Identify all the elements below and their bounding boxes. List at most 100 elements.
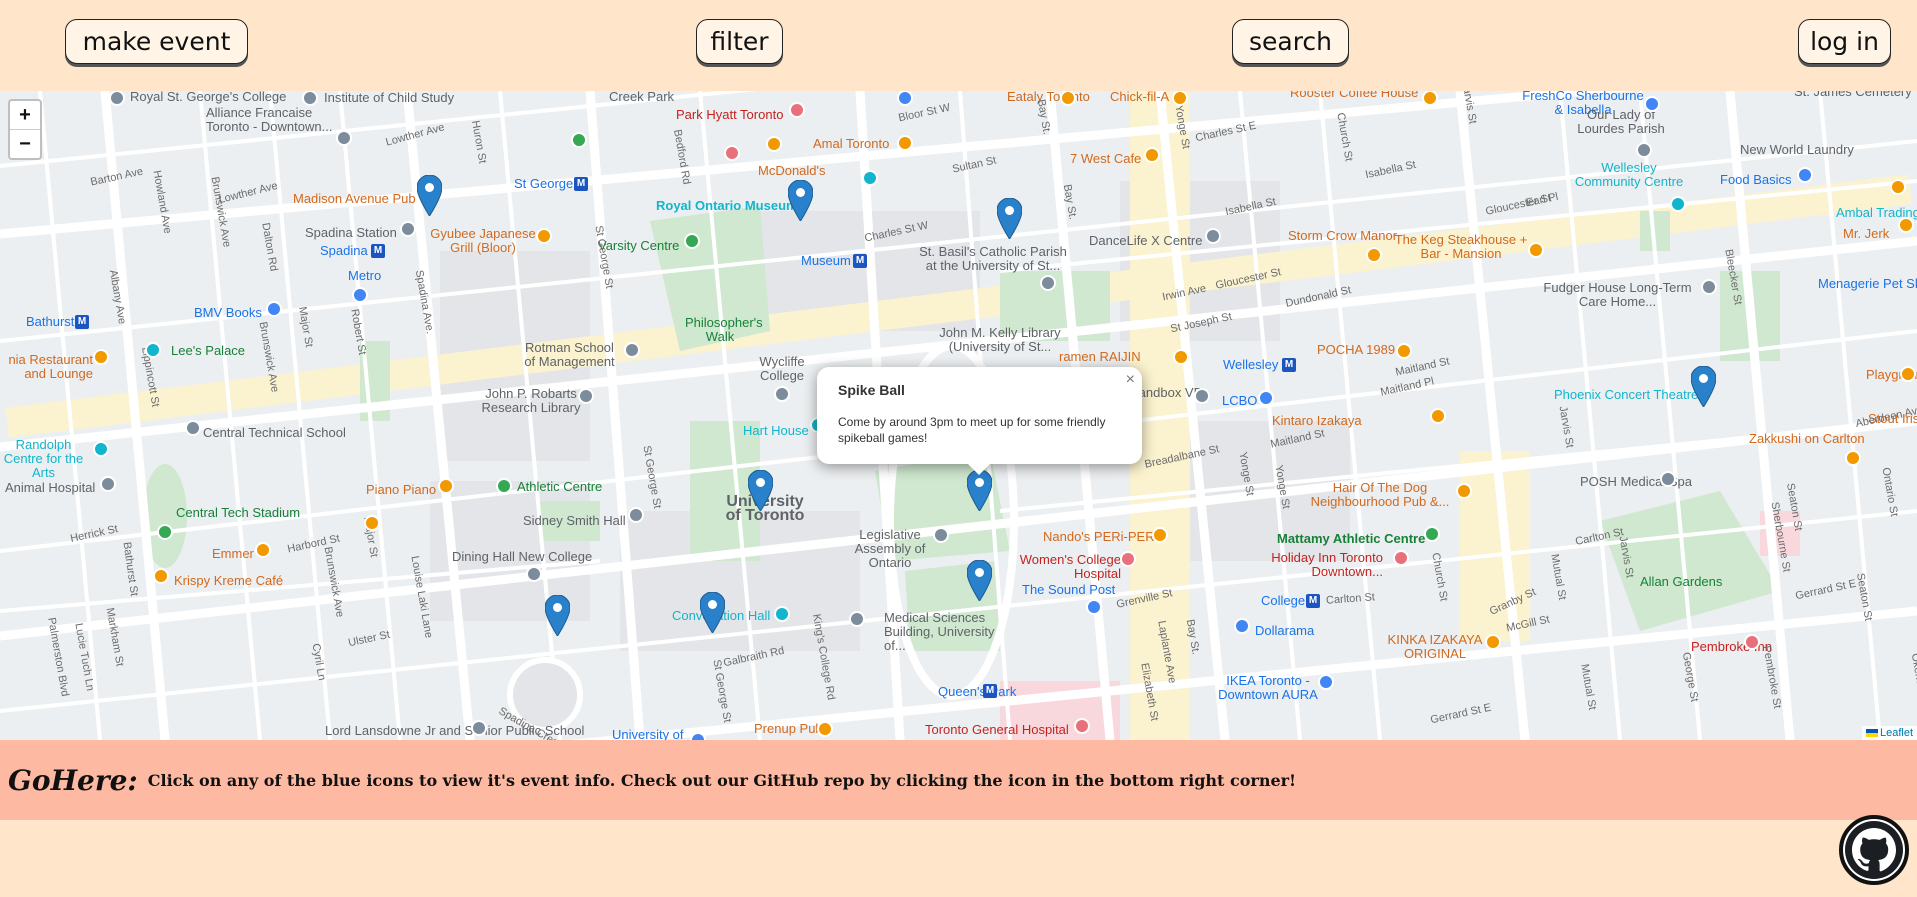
map-label: Wycliffe College xyxy=(759,354,805,383)
map-label: Central Technical School xyxy=(203,425,346,440)
place-icon xyxy=(336,130,352,146)
map-label: Madison Avenue Pub xyxy=(293,191,416,206)
hospital-icon xyxy=(1120,551,1136,567)
map-label: The Sound Post xyxy=(1022,582,1116,597)
login-button[interactable]: log in xyxy=(1798,19,1891,64)
restaurant-icon xyxy=(536,228,552,244)
school-icon xyxy=(185,420,201,436)
map-label: Central Tech Stadium xyxy=(176,505,301,520)
popup-close-button[interactable]: × xyxy=(1126,371,1135,389)
zoom-in-button[interactable]: + xyxy=(10,101,40,129)
stadium-icon xyxy=(157,524,173,540)
subway-icon: M xyxy=(1306,594,1320,608)
school-icon xyxy=(471,720,487,736)
map-label: Dollarama xyxy=(1255,623,1315,638)
map-label: Wellesley Community Centre xyxy=(1574,160,1684,189)
map-label: Medical Sciences Building, University of… xyxy=(884,610,995,653)
place-icon xyxy=(1636,142,1652,158)
restaurant-icon xyxy=(1152,527,1168,543)
sports-icon xyxy=(1424,526,1440,542)
restaurant-icon xyxy=(1528,242,1544,258)
restaurant-icon xyxy=(1890,179,1906,195)
map-label: John P. Robarts Research Library xyxy=(481,386,581,415)
restaurant-icon xyxy=(1144,147,1160,163)
event-marker-spike-ball[interactable] xyxy=(967,470,992,511)
music-icon xyxy=(774,606,790,622)
map-label: KINKA IZAKAYA ORIGINAL xyxy=(1387,632,1483,661)
map-label: 7 West Cafe xyxy=(1070,151,1142,166)
map-label: College xyxy=(1261,593,1306,608)
map-label: Museum xyxy=(801,253,851,268)
restaurant-icon xyxy=(1396,343,1412,359)
map[interactable]: Royal St. George's College Institute of … xyxy=(0,91,1917,740)
map-label: Spadina Station xyxy=(305,225,397,240)
shop-icon xyxy=(266,301,282,317)
map-label: Spadina xyxy=(320,243,368,258)
map-label: Athletic Centre xyxy=(517,479,603,494)
park-icon xyxy=(684,233,700,249)
map-label: Chick-fil-A xyxy=(1110,91,1170,104)
subway-icon: M xyxy=(75,315,89,329)
brand-title: GoHere: xyxy=(8,763,138,797)
event-marker[interactable] xyxy=(545,595,570,636)
attribution-link[interactable]: Leaflet xyxy=(1880,727,1913,739)
map-label: New World Laundry xyxy=(1740,142,1854,157)
event-marker[interactable] xyxy=(700,592,725,633)
event-marker[interactable] xyxy=(967,560,992,601)
map-label: Institute of Child Study xyxy=(324,91,455,105)
hotel-icon xyxy=(1393,550,1409,566)
map-label: Mattamy Athletic Centre xyxy=(1277,531,1426,546)
zoom-control: + − xyxy=(8,99,42,160)
map-label: Emmer xyxy=(212,546,254,561)
map-label: Hair Of The Dog Neighbourhood Pub &... xyxy=(1310,480,1450,509)
event-marker[interactable] xyxy=(788,180,813,221)
music-icon xyxy=(145,342,161,358)
place-icon xyxy=(100,476,116,492)
event-marker[interactable] xyxy=(748,470,773,511)
map-label: Philosopher's Walk xyxy=(685,315,763,344)
shop-icon xyxy=(1086,599,1102,615)
map-label: Our Lady of Lourdes Parish xyxy=(1577,107,1665,136)
map-label: Park Hyatt Toronto xyxy=(676,107,784,122)
map-label: Wellesley xyxy=(1223,357,1279,372)
popup-tip xyxy=(967,463,991,475)
map-label: Queen's Park xyxy=(938,684,1017,699)
restaurant-icon xyxy=(1456,483,1472,499)
search-button[interactable]: search xyxy=(1232,19,1349,64)
hospital-icon xyxy=(1074,718,1090,734)
event-marker[interactable] xyxy=(1691,366,1716,407)
hotel-icon xyxy=(724,145,740,161)
map-label: Lee's Palace xyxy=(171,343,246,358)
shop-icon xyxy=(1797,167,1813,183)
restaurant-icon xyxy=(1366,247,1382,263)
map-label: POCHA 1989 xyxy=(1317,342,1396,357)
map-attribution[interactable]: Leaflet xyxy=(1861,726,1917,740)
place-icon xyxy=(1205,228,1221,244)
map-label: Food Basics xyxy=(1720,172,1792,187)
map-label: Toronto General Hospital xyxy=(925,722,1069,737)
place-icon xyxy=(774,386,790,402)
place-icon xyxy=(1660,471,1676,487)
map-label: Krispy Kreme Café xyxy=(174,573,284,588)
zoom-out-button[interactable]: − xyxy=(10,129,40,158)
map-label: Nando's PERi-PERi xyxy=(1043,529,1158,544)
make-event-button[interactable]: make event xyxy=(65,19,248,64)
map-label: Alliance Francaise Toronto - Downtown... xyxy=(206,105,333,134)
map-label: Metro xyxy=(348,268,382,283)
leaflet-flag-icon xyxy=(1865,729,1878,738)
event-marker[interactable] xyxy=(417,175,442,216)
github-icon[interactable] xyxy=(1838,814,1910,886)
map-label: Storm Crow Manor xyxy=(1288,228,1398,243)
government-icon xyxy=(933,527,949,543)
map-label: Holiday Inn Toronto Downtown... xyxy=(1271,550,1383,579)
map-label: Zakkushi on Carlton xyxy=(1749,431,1865,446)
map-label: Gyubee Japanese Grill (Bloor) xyxy=(430,226,536,255)
filter-button[interactable]: filter xyxy=(696,19,783,64)
restaurant-icon xyxy=(153,568,169,584)
restaurant-icon xyxy=(817,721,833,737)
map-label: John M. Kelly Library (University of St.… xyxy=(939,325,1061,354)
map-label: Allan Gardens xyxy=(1640,574,1723,589)
event-marker[interactable] xyxy=(997,198,1022,239)
map-label: Menagerie Pet Sh xyxy=(1818,276,1917,291)
restaurant-icon xyxy=(1173,349,1189,365)
